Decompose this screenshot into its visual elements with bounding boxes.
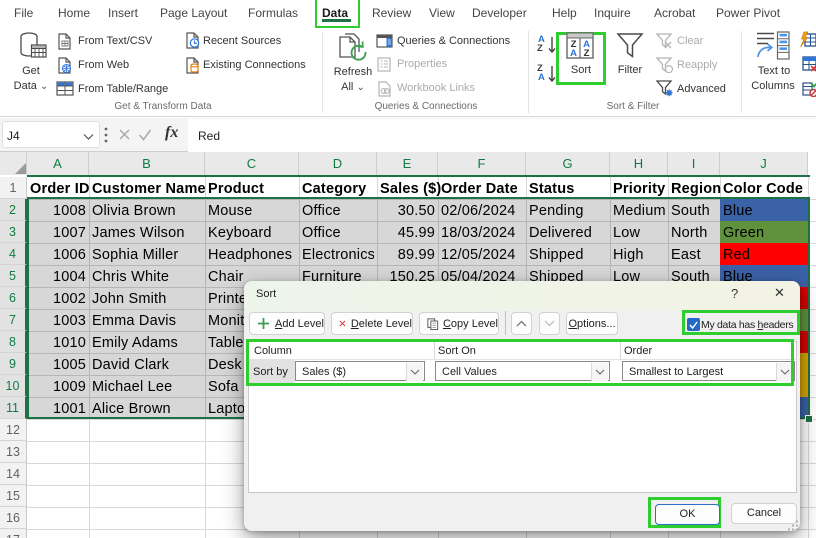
svg-text:A: A bbox=[570, 48, 577, 59]
svg-text:Z: Z bbox=[584, 48, 590, 59]
